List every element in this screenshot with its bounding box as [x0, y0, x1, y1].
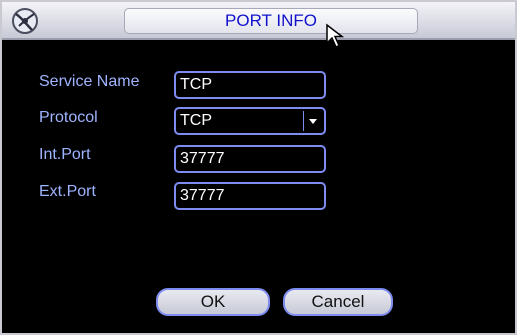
- protocol-dropdown-button[interactable]: [303, 111, 322, 131]
- dialog-title: PORT INFO: [124, 8, 418, 34]
- ext-port-value: 37777: [180, 187, 225, 204]
- mouse-cursor-icon: [326, 23, 345, 49]
- cancel-button[interactable]: Cancel: [283, 288, 393, 316]
- protocol-value: TCP: [180, 112, 212, 129]
- title-bar: PORT INFO: [2, 2, 515, 40]
- port-info-dialog: PORT INFO Service Name TCP Protocol TCP …: [0, 0, 517, 335]
- int-port-field[interactable]: 37777: [174, 145, 326, 173]
- int-port-label: Int.Port: [39, 146, 91, 163]
- protocol-label: Protocol: [39, 109, 98, 126]
- protocol-select[interactable]: TCP: [174, 107, 326, 135]
- app-logo-icon: [12, 8, 38, 34]
- service-name-label: Service Name: [39, 73, 140, 90]
- ext-port-field[interactable]: 37777: [174, 182, 326, 210]
- service-name-field[interactable]: TCP: [174, 71, 326, 99]
- int-port-value: 37777: [180, 150, 225, 167]
- ok-button[interactable]: OK: [156, 288, 270, 316]
- service-name-value: TCP: [180, 76, 212, 93]
- chevron-down-icon: [309, 119, 317, 124]
- ext-port-label: Ext.Port: [39, 183, 96, 200]
